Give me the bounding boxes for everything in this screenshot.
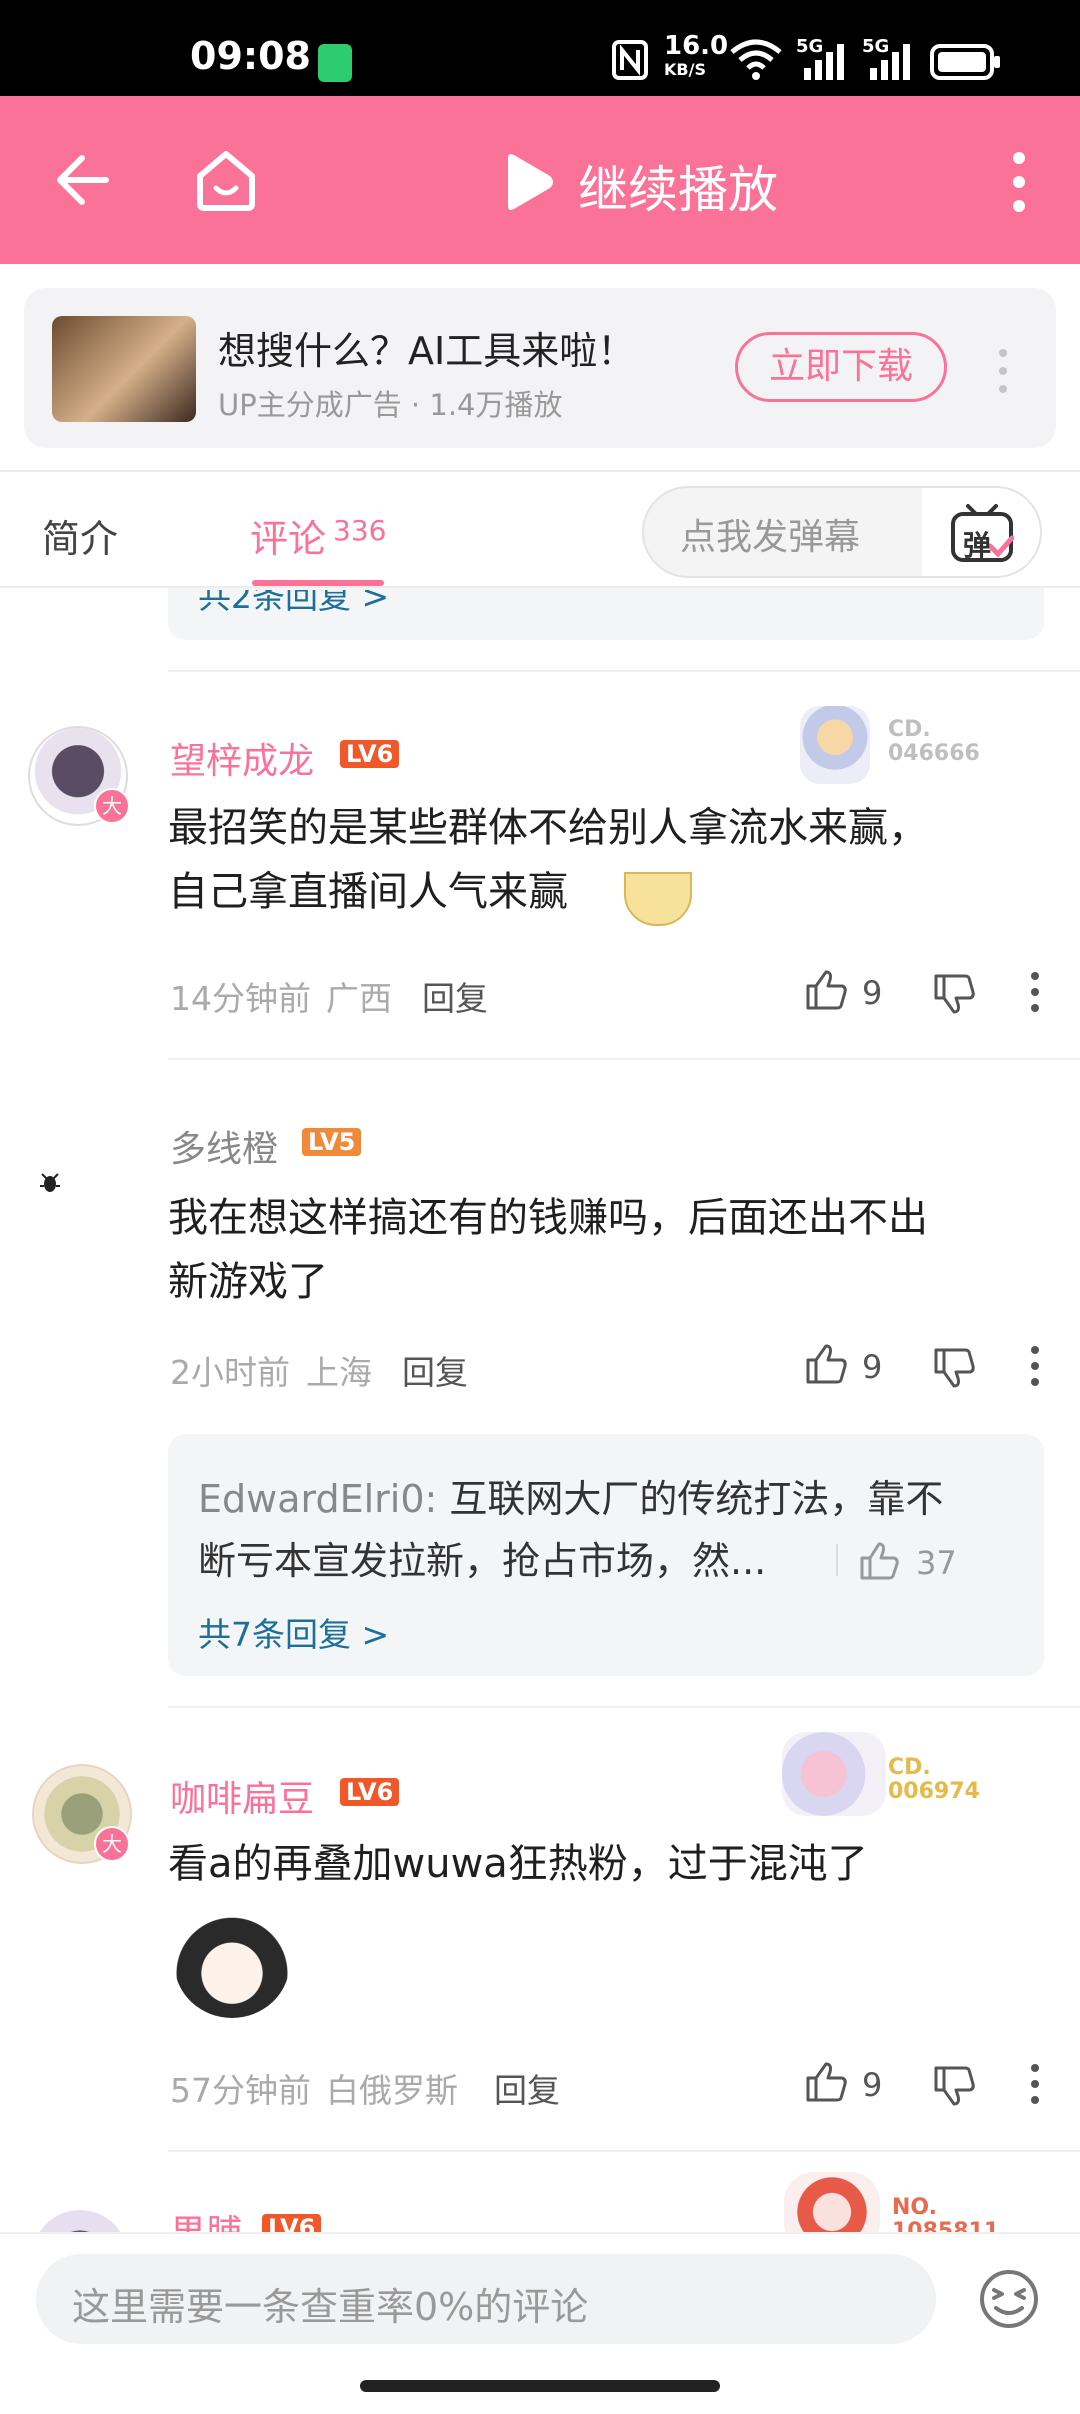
like-icon[interactable]: [804, 1342, 848, 1386]
dislike-icon[interactable]: [932, 1346, 976, 1390]
like-icon[interactable]: [804, 2060, 848, 2104]
comment-text-line: 自己拿直播间人气来赢: [168, 869, 568, 915]
level-badge: LV6: [340, 1778, 400, 1806]
danmaku-toggle-button[interactable]: 弹: [922, 488, 1040, 576]
comment-text-line: 最招笑的是某些群体不给别人拿流水来赢，: [168, 805, 928, 851]
danmaku-placeholder[interactable]: 点我发弹幕: [680, 508, 860, 560]
sub-reply-text: 互联网大厂的传统打法，靠不: [437, 1477, 944, 1521]
ad-more-icon[interactable]: [996, 348, 1010, 394]
nfc-icon: [612, 40, 648, 80]
comment-text-line: 看a的再叠加wuwa狂热粉，过于混沌了: [168, 1841, 868, 1887]
ad-subtitle: UP主分成广告 · 1.4万播放: [218, 388, 563, 422]
fan-number-label: CD.: [888, 717, 931, 742]
net-speed-value: 16.0: [664, 31, 729, 61]
signal-1-icon: [804, 44, 844, 80]
sub-reply-text: 断亏本宣发拉新，抢占市场，然...: [198, 1539, 767, 1583]
sub-reply-line: EdwardElri0: 互联网大厂的传统打法，靠不: [198, 1468, 943, 1530]
like-count: 9: [862, 2066, 883, 2104]
ad-thumbnail[interactable]: [52, 316, 196, 422]
comment-location: 白俄罗斯: [326, 2071, 458, 2110]
emoji-face-icon[interactable]: [978, 2268, 1040, 2330]
comment-count: 336: [333, 514, 387, 547]
comment-username[interactable]: 望梓成龙: [170, 732, 314, 784]
like-count: 9: [862, 974, 883, 1012]
level-badge: LV6: [340, 740, 400, 768]
fan-number-value: 006974: [888, 1779, 980, 1804]
fan-number-label: NO.: [892, 2195, 937, 2220]
back-arrow-icon[interactable]: [52, 152, 112, 208]
comment-input-placeholder[interactable]: 这里需要一条查重率0%的评论: [72, 2276, 588, 2331]
level-badge: LV5: [302, 1128, 362, 1156]
dislike-icon[interactable]: [932, 972, 976, 1016]
fan-badge-image: [782, 1732, 886, 1816]
vip-badge: 大: [94, 788, 130, 824]
comment-location: 上海: [306, 1353, 372, 1392]
comment-text-line: 新游戏了: [168, 1259, 328, 1305]
like-icon[interactable]: [804, 968, 848, 1012]
fan-number-value: 046666: [888, 741, 980, 766]
fan-number-label: CD.: [888, 1755, 931, 1780]
top-app-bar: [0, 96, 1080, 264]
comment-more-icon[interactable]: [1028, 2062, 1042, 2106]
continue-playing-label[interactable]: 继续播放: [578, 150, 778, 222]
comment-location: 广西: [326, 979, 392, 1018]
sub-like-count: 37: [916, 1544, 957, 1582]
signal-2-icon: [870, 44, 910, 80]
like-count: 9: [862, 1348, 883, 1386]
divider: [168, 1058, 1080, 1060]
tab-comments[interactable]: 评论: [250, 508, 326, 563]
comment-more-icon[interactable]: [1028, 970, 1042, 1014]
comment-more-icon[interactable]: [1028, 1344, 1042, 1388]
divider: [168, 2150, 1080, 2152]
net-speed: 16.0 KB/S: [664, 31, 729, 82]
dislike-icon[interactable]: [932, 2064, 976, 2108]
status-time: 09:08: [190, 34, 311, 78]
comment-time: 14分钟前: [170, 979, 311, 1018]
net-speed-unit: KB/S: [664, 60, 706, 79]
comment-time: 2小时前: [170, 1353, 290, 1392]
more-vertical-icon[interactable]: [1004, 150, 1034, 214]
play-icon[interactable]: [500, 152, 556, 212]
reply-button[interactable]: 回复: [402, 1346, 468, 1394]
status-bar: 09:08 16.0 KB/S 5G 5G: [0, 0, 1080, 96]
wifi-icon: [730, 39, 782, 80]
view-all-replies-link[interactable]: 共7条回复 >: [198, 1608, 389, 1656]
fan-number: CD. 046666: [888, 718, 980, 766]
battery-icon: [930, 44, 1000, 80]
comment-text-line: 我在想这样搞还有的钱赚吗，后面还出不出: [168, 1195, 928, 1241]
sub-like-icon[interactable]: [858, 1540, 900, 1582]
fan-badge-image: [800, 706, 870, 784]
emoji-sticker: [624, 872, 692, 926]
fan-number: CD. 006974: [888, 1756, 980, 1804]
divider: [168, 1706, 1080, 1708]
home-indicator[interactable]: [360, 2380, 720, 2392]
reply-button[interactable]: 回复: [422, 972, 488, 1020]
tab-intro[interactable]: 简介: [42, 508, 118, 563]
download-now-button[interactable]: 立即下载: [735, 332, 947, 402]
reply-button[interactable]: 回复: [494, 2064, 560, 2112]
divider: [0, 470, 1080, 472]
ad-title[interactable]: 想搜什么？AI工具来啦！: [218, 320, 635, 375]
divider: [168, 670, 1080, 672]
danmaku-icon-label: 弹: [963, 529, 992, 562]
sticker-image: [174, 1906, 290, 2018]
comment-time: 57分钟前: [170, 2071, 311, 2110]
divider: [836, 1544, 838, 1576]
battery-saver-icon: [318, 44, 352, 82]
avatar[interactable]: [36, 1166, 64, 1198]
vip-badge: 大: [94, 1826, 130, 1862]
comment-username[interactable]: 咖啡扁豆: [170, 1770, 314, 1822]
home-icon[interactable]: [194, 148, 258, 212]
sub-reply-author[interactable]: EdwardElri0:: [198, 1477, 437, 1521]
prev-replies-link[interactable]: 共2条回复 >: [198, 590, 389, 618]
comment-username[interactable]: 多线橙: [170, 1120, 278, 1172]
